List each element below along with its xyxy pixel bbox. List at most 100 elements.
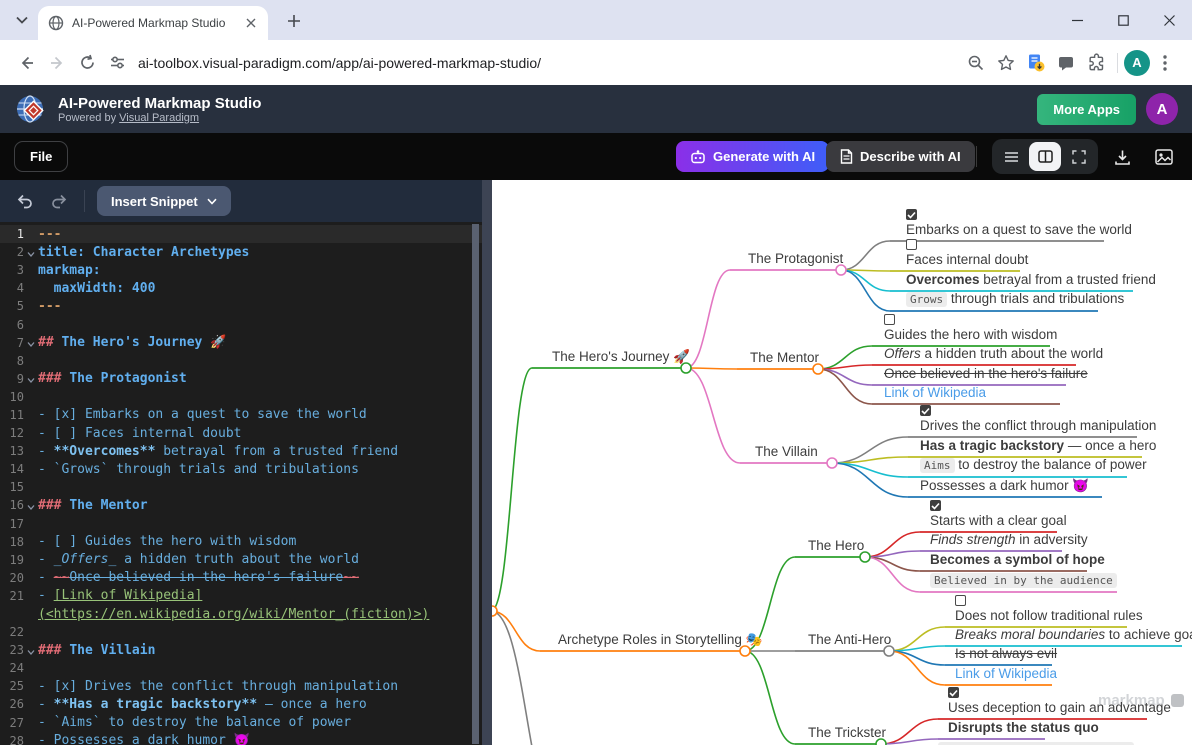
map-node[interactable]: Believed in by the audience: [930, 572, 1117, 589]
code-line[interactable]: 19- _Offers_ a hidden truth about the wo…: [0, 551, 482, 569]
code-line[interactable]: 22: [0, 623, 482, 641]
describe-with-ai-button[interactable]: Describe with AI: [826, 141, 975, 172]
visual-paradigm-link[interactable]: Visual Paradigm: [119, 112, 199, 124]
map-node-archetype-roles[interactable]: Archetype Roles in Storytelling 🎭: [558, 632, 762, 648]
code-line[interactable]: 4 maxWidth: 400: [0, 279, 482, 297]
undo-button[interactable]: [12, 188, 38, 214]
map-node[interactable]: Link of Wikipedia: [955, 666, 1057, 682]
map-node[interactable]: Becomes a symbol of hope: [930, 552, 1105, 568]
account-avatar[interactable]: A: [1146, 93, 1178, 125]
code-line[interactable]: 10: [0, 388, 482, 406]
map-node[interactable]: Guides the hero with wisdom: [884, 314, 1057, 343]
map-node[interactable]: Embarks on a quest to save the world: [906, 209, 1132, 238]
map-node[interactable]: Starts with a clear goal: [930, 500, 1067, 529]
window-minimize-button[interactable]: [1054, 0, 1100, 40]
code-line[interactable]: 3markmap:: [0, 261, 482, 279]
code-line[interactable]: 24: [0, 659, 482, 677]
code-line[interactable]: 18- [ ] Guides the hero with wisdom: [0, 533, 482, 551]
map-node[interactable]: Is not always evil: [955, 646, 1057, 662]
code-line[interactable]: 28- Possesses a dark humor 😈: [0, 732, 482, 745]
map-node[interactable]: Link of Wikipedia: [884, 385, 986, 401]
code-line[interactable]: 23### The Villain: [0, 641, 482, 659]
browser-menu-kebab-icon[interactable]: [1150, 48, 1180, 78]
insert-snippet-button[interactable]: Insert Snippet: [97, 186, 231, 216]
panel-splitter[interactable]: [482, 180, 492, 745]
view-split-button[interactable]: [1029, 142, 1061, 171]
fold-chevron-icon[interactable]: [24, 645, 37, 656]
markmap-canvas[interactable]: markmap The Hero's Journey 🚀Archetype Ro…: [492, 180, 1192, 745]
code-line[interactable]: 8: [0, 352, 482, 370]
map-node[interactable]: Faces internal doubt: [906, 239, 1028, 268]
map-node-the-trickster[interactable]: The Trickster: [808, 725, 886, 741]
code-line[interactable]: 11- [x] Embarks on a quest to save the w…: [0, 406, 482, 424]
code-line[interactable]: 6: [0, 315, 482, 333]
map-node-the-hero[interactable]: The Hero: [808, 538, 864, 554]
code-line[interactable]: 1---: [0, 225, 482, 243]
browser-tab[interactable]: AI-Powered Markmap Studio: [38, 6, 268, 40]
map-node[interactable]: Disrupts the status quo: [948, 720, 1099, 736]
map-node-heros-journey[interactable]: The Hero's Journey 🚀: [552, 349, 690, 365]
map-node[interactable]: Once believed in the hero's failure: [884, 366, 1088, 382]
window-close-button[interactable]: [1146, 0, 1192, 40]
download-button[interactable]: [1110, 145, 1134, 169]
chat-extension-icon[interactable]: [1051, 48, 1081, 78]
code-line[interactable]: 15: [0, 478, 482, 496]
node-fold-circle[interactable]: [492, 606, 497, 616]
zoom-out-icon[interactable]: [961, 48, 991, 78]
map-node[interactable]: Aims to destroy the balance of power: [920, 457, 1147, 474]
code-editor[interactable]: 1---2title: Character Archetypes3markmap…: [0, 222, 482, 745]
map-node[interactable]: Overcomes betrayal from a trusted friend: [906, 272, 1156, 288]
view-fullscreen-button[interactable]: [1063, 142, 1095, 171]
map-node[interactable]: Offers a hidden truth about the world: [884, 346, 1103, 362]
code-line[interactable]: 2title: Character Archetypes: [0, 243, 482, 261]
browser-profile-avatar[interactable]: A: [1124, 50, 1150, 76]
map-node-the-mentor[interactable]: The Mentor: [750, 350, 819, 366]
code-line[interactable]: 16### The Mentor: [0, 496, 482, 514]
map-node[interactable]: Has a tragic backstory — once a hero: [920, 438, 1156, 454]
node-fold-circle[interactable]: [827, 458, 837, 468]
code-line[interactable]: 13- **Overcomes** betrayal from a truste…: [0, 442, 482, 460]
map-node[interactable]: Grows through trials and tribulations: [906, 291, 1124, 308]
code-line[interactable]: 21- [Link of Wikipedia]: [0, 587, 482, 605]
code-line[interactable]: 27- `Aims` to destroy the balance of pow…: [0, 714, 482, 732]
fold-chevron-icon[interactable]: [24, 247, 37, 258]
code-line[interactable]: 26- **Has a tragic backstory** — once a …: [0, 695, 482, 713]
map-node-the-protagonist[interactable]: The Protagonist: [748, 251, 843, 267]
code-line[interactable]: 12- [ ] Faces internal doubt: [0, 424, 482, 442]
editor-scrollbar[interactable]: [472, 224, 479, 744]
map-node-the-villain[interactable]: The Villain: [755, 444, 818, 460]
redo-button[interactable]: [46, 188, 72, 214]
map-node[interactable]: Breaks moral boundaries to achieve goals: [955, 627, 1192, 643]
extensions-puzzle-icon[interactable]: [1081, 48, 1111, 78]
site-settings-icon[interactable]: [102, 48, 132, 78]
file-menu-button[interactable]: File: [14, 141, 68, 172]
fold-chevron-icon[interactable]: [24, 337, 37, 348]
new-tab-button[interactable]: [282, 9, 306, 33]
code-line[interactable]: 5---: [0, 297, 482, 315]
forward-button[interactable]: [42, 48, 72, 78]
reload-button[interactable]: [72, 48, 102, 78]
extension-doc-download-icon[interactable]: [1021, 48, 1051, 78]
code-line[interactable]: 17: [0, 515, 482, 533]
url-text[interactable]: ai-toolbox.visual-paradigm.com/app/ai-po…: [138, 55, 961, 71]
code-line[interactable]: 7## The Hero's Journey 🚀: [0, 334, 482, 352]
map-node[interactable]: Uses deception to gain an advantage: [948, 687, 1171, 716]
bookmark-star-icon[interactable]: [991, 48, 1021, 78]
back-button[interactable]: [12, 48, 42, 78]
more-apps-button[interactable]: More Apps: [1037, 94, 1136, 125]
map-node[interactable]: Finds strength in adversity: [930, 532, 1088, 548]
code-line[interactable]: 20- ~~Once believed in the hero's failur…: [0, 569, 482, 587]
generate-with-ai-button[interactable]: Generate with AI: [676, 141, 829, 172]
code-line[interactable]: (<https://en.wikipedia.org/wiki/Mentor_(…: [0, 605, 482, 623]
window-maximize-button[interactable]: [1100, 0, 1146, 40]
code-line[interactable]: 9### The Protagonist: [0, 370, 482, 388]
view-editor-only-button[interactable]: [995, 142, 1027, 171]
fold-chevron-icon[interactable]: [24, 500, 37, 511]
map-node[interactable]: Does not follow traditional rules: [955, 595, 1143, 624]
export-image-button[interactable]: [1152, 145, 1176, 169]
code-line[interactable]: 14- `Grows` through trials and tribulati…: [0, 460, 482, 478]
map-node-the-anti-hero[interactable]: The Anti-Hero: [808, 632, 891, 648]
code-line[interactable]: 25- [x] Drives the conflict through mani…: [0, 677, 482, 695]
tab-search-button[interactable]: [10, 9, 34, 31]
map-node[interactable]: Possesses a dark humor 😈: [920, 478, 1089, 494]
